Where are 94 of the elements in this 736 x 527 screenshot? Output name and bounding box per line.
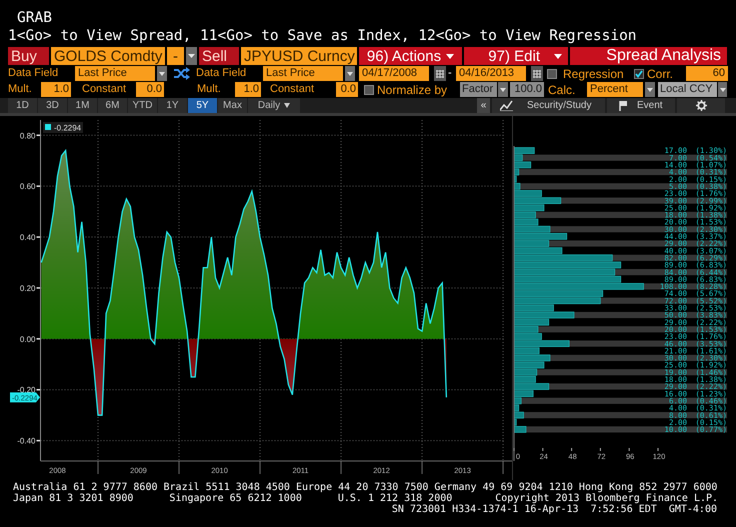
multiplier-field[interactable]: 1.0: [41, 82, 71, 97]
data-field-select[interactable]: Last Price: [75, 66, 155, 81]
function-title: Spread Analysis: [570, 47, 727, 65]
constant-field[interactable]: 0.0: [336, 82, 358, 97]
field-label: Data Field: [196, 66, 248, 81]
period-tab[interactable]: 1M: [68, 98, 97, 113]
start-date-field[interactable]: 04/17/2008: [359, 66, 429, 81]
calendar-icon: [533, 70, 541, 78]
period-tab[interactable]: 5Y: [188, 98, 217, 113]
checkbox-label: Regression: [563, 66, 625, 81]
axis-label: 0.20: [20, 284, 36, 293]
actions-button[interactable]: 96) Actions: [359, 47, 462, 65]
caret-icon: [284, 103, 290, 108]
collapse-button[interactable]: «: [477, 98, 490, 113]
tick-mark: [36, 236, 40, 238]
field-label: Mult.: [197, 82, 222, 97]
axis-label: 0.60: [20, 182, 36, 192]
settings-icon: [696, 100, 706, 111]
caret-icon: [500, 88, 506, 92]
period-tab[interactable]: YTD: [128, 98, 157, 113]
factor-field[interactable]: 100.0: [510, 82, 544, 97]
office-phone: Singapore 65 6212 1000: [169, 493, 302, 504]
period-tab[interactable]: 3D: [38, 98, 67, 113]
currency-select[interactable]: Local CCY: [658, 82, 717, 97]
tick-mark: [36, 389, 40, 390]
security-field[interactable]: GOLDS Comdty: [51, 47, 165, 65]
dropdown-button[interactable]: [718, 82, 727, 97]
field-label: Mult.: [8, 82, 33, 97]
security-field[interactable]: JPYUSD Curncy: [241, 47, 357, 65]
swap-button[interactable]: [172, 66, 190, 81]
edit-button[interactable]: 97) Edit: [464, 47, 568, 65]
swap-arrows-icon: [172, 67, 190, 80]
period-tab[interactable]: 1D: [8, 98, 37, 113]
axis-label: 0.00: [20, 334, 36, 344]
security-study-button[interactable]: Security/Study: [492, 98, 605, 113]
caret-icon: [446, 54, 454, 58]
frequency-select[interactable]: Daily: [248, 98, 300, 113]
constant-field[interactable]: 0.0: [136, 82, 164, 97]
caret-icon: [720, 88, 726, 92]
checkbox-label: Normalize by: [377, 82, 448, 97]
caret-icon: [347, 72, 353, 76]
caret-icon: [159, 72, 165, 76]
settings-button[interactable]: [677, 98, 725, 113]
session-info: SN 723001 H334-1374-1 16-Apr-13 7:52:56 EDT GMT-4:00: [392, 504, 717, 515]
office-phone: Japan 81 3 3201 8900: [13, 493, 134, 504]
dropdown-button[interactable]: [345, 66, 355, 81]
legend-label: -0.2294: [54, 124, 82, 132]
period-tab[interactable]: 1Y: [158, 98, 187, 113]
office-phones: Australia 61 2 9777 8600 Brazil 5511 3048 4500 Europe 44 20 7330 7500 Germany 49 69 9204 1210 Hong Kong 852 2977 6000: [13, 482, 718, 493]
multiplier-field[interactable]: 1.0: [235, 82, 261, 97]
dropdown-button[interactable]: [645, 82, 655, 97]
axis-label: -0.20: [17, 386, 36, 395]
tick-mark: [36, 134, 40, 136]
field-label: Data Field: [8, 66, 60, 81]
copyright-text: Copyright 2013 Bloomberg Finance L.P.: [495, 493, 718, 504]
date-separator: -: [448, 66, 453, 81]
calendar-button[interactable]: [531, 66, 543, 81]
sell-button[interactable]: Sell: [199, 47, 239, 65]
axis-label: 0.40: [20, 233, 36, 242]
axis-label: -0.40: [17, 436, 36, 446]
line-chart-icon: [500, 100, 513, 111]
legend: -0.2294: [43, 122, 83, 133]
tick-mark: [36, 185, 40, 187]
dropdown-button[interactable]: [186, 47, 197, 65]
field-label: Constant: [82, 82, 128, 97]
dropdown-button[interactable]: [498, 82, 508, 97]
checkbox[interactable]: [634, 68, 644, 78]
period-tab[interactable]: 6M: [98, 98, 127, 113]
checkbox[interactable]: [364, 84, 374, 94]
flag-icon: [619, 100, 627, 110]
buy-button[interactable]: Buy: [8, 47, 49, 65]
caret-icon: [647, 88, 653, 92]
office-phone: U.S. 1 212 318 2000: [338, 493, 452, 504]
axis-label: 0.80: [20, 131, 36, 140]
caret-icon: [554, 54, 562, 58]
tick-mark: [36, 440, 40, 442]
calendar-icon: [436, 70, 444, 78]
calendar-button[interactable]: [434, 66, 446, 81]
period-tab[interactable]: Max: [218, 98, 247, 113]
normalize-mode-select[interactable]: Factor: [460, 82, 497, 97]
field-label: Constant: [270, 82, 316, 97]
operator-field[interactable]: -: [167, 47, 184, 65]
event-button[interactable]: Event: [607, 98, 675, 113]
window-field[interactable]: 60: [686, 66, 728, 81]
data-field-select[interactable]: Last Price: [263, 66, 343, 81]
function-code: GRAB: [17, 10, 52, 26]
command-hint: 1<Go> to View Spread, 11<Go> to Save as Index, 12<Go> to View Regression: [8, 28, 637, 44]
field-label: Calc.: [548, 82, 576, 97]
end-date-field[interactable]: 04/16/2013: [456, 66, 526, 81]
checkbox-label: Corr.: [647, 66, 674, 81]
caret-icon: [188, 54, 195, 58]
checkbox[interactable]: [547, 68, 557, 78]
calc-select[interactable]: Percent: [587, 82, 643, 97]
dropdown-button[interactable]: [157, 66, 167, 81]
